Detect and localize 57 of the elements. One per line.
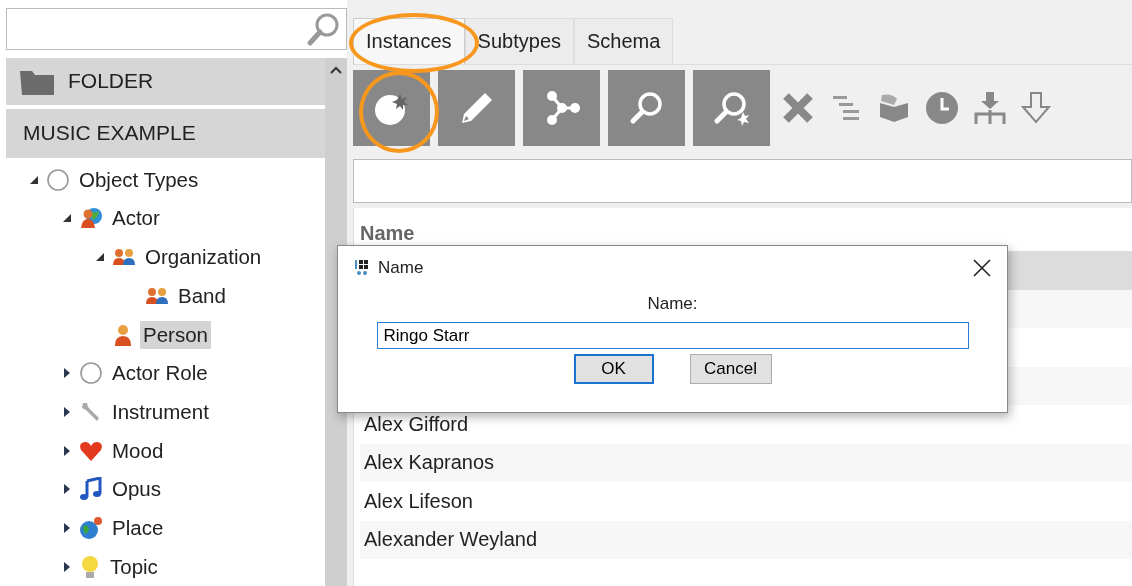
tab[interactable]: Schema xyxy=(574,18,674,64)
folder-header[interactable]: FOLDER xyxy=(6,58,325,105)
tree-item[interactable]: Instrument xyxy=(109,397,212,426)
graph-tool-button[interactable] xyxy=(523,70,600,146)
tree-item[interactable]: Topic xyxy=(107,552,161,581)
people-icon xyxy=(112,247,136,268)
tree-item[interactable]: Place xyxy=(109,513,167,542)
scroll-up-icon[interactable] xyxy=(330,66,342,74)
circle-icon xyxy=(46,167,70,192)
tab[interactable]: Subtypes xyxy=(464,18,574,64)
close-icon[interactable] xyxy=(973,259,991,277)
collapsed-arrow-icon[interactable] xyxy=(63,367,71,380)
collapsed-arrow-icon[interactable] xyxy=(63,444,71,457)
collapsed-arrow-icon[interactable] xyxy=(63,405,71,418)
table-cell: Alex Lifeson xyxy=(364,489,473,513)
people-icon xyxy=(145,285,169,306)
person-globe-icon xyxy=(79,206,103,231)
collapsed-arrow-icon[interactable] xyxy=(63,483,71,496)
lightbulb-icon xyxy=(79,554,101,579)
merge-arrow-icon xyxy=(972,90,1008,126)
close-icon xyxy=(781,91,815,125)
heart-icon xyxy=(79,439,103,462)
circle-icon xyxy=(79,361,103,386)
edit-tool-button[interactable] xyxy=(438,70,515,146)
tree-item[interactable]: Organization xyxy=(142,243,265,272)
ok-button[interactable]: OK xyxy=(573,354,654,384)
field-label: Name: xyxy=(647,294,698,314)
app-icon xyxy=(354,259,370,277)
tree-item[interactable]: Mood xyxy=(109,436,167,465)
tree-item[interactable]: Band xyxy=(175,281,229,310)
search-field[interactable] xyxy=(6,8,347,50)
tree-item[interactable]: Person xyxy=(140,320,211,349)
clock-icon xyxy=(924,90,960,126)
tab[interactable]: Instances xyxy=(353,18,465,64)
tree-item[interactable]: Actor xyxy=(109,204,163,233)
collapsed-arrow-icon[interactable] xyxy=(63,521,71,534)
tree-item[interactable]: Object Types xyxy=(76,165,202,194)
music-note-icon xyxy=(79,477,103,502)
search-new-tool-button[interactable] xyxy=(693,70,770,146)
expanded-arrow-icon[interactable] xyxy=(29,174,39,185)
tree-item[interactable]: Opus xyxy=(109,475,164,504)
expanded-arrow-icon[interactable] xyxy=(62,213,72,224)
cancel-button[interactable]: Cancel xyxy=(689,354,772,384)
new-tool-button[interactable] xyxy=(353,70,430,146)
dialog-title: Name xyxy=(378,258,424,278)
person-icon xyxy=(112,322,134,347)
collapsed-arrow-icon[interactable] xyxy=(63,560,71,573)
section-header: MUSIC EXAMPLE xyxy=(6,108,325,159)
globe-icon xyxy=(79,515,103,540)
name-input-field[interactable]: Ringo Starr xyxy=(376,322,969,349)
table-cell: Alex Gifford xyxy=(364,412,469,436)
filter-field[interactable] xyxy=(353,159,1132,203)
table-cell: Alexander Weyland xyxy=(364,528,538,552)
tree-item[interactable]: Actor Role xyxy=(109,359,211,388)
search-tool-button[interactable] xyxy=(608,70,685,146)
table-cell: Alex Kapranos xyxy=(364,451,495,475)
expanded-arrow-icon[interactable] xyxy=(95,252,105,263)
